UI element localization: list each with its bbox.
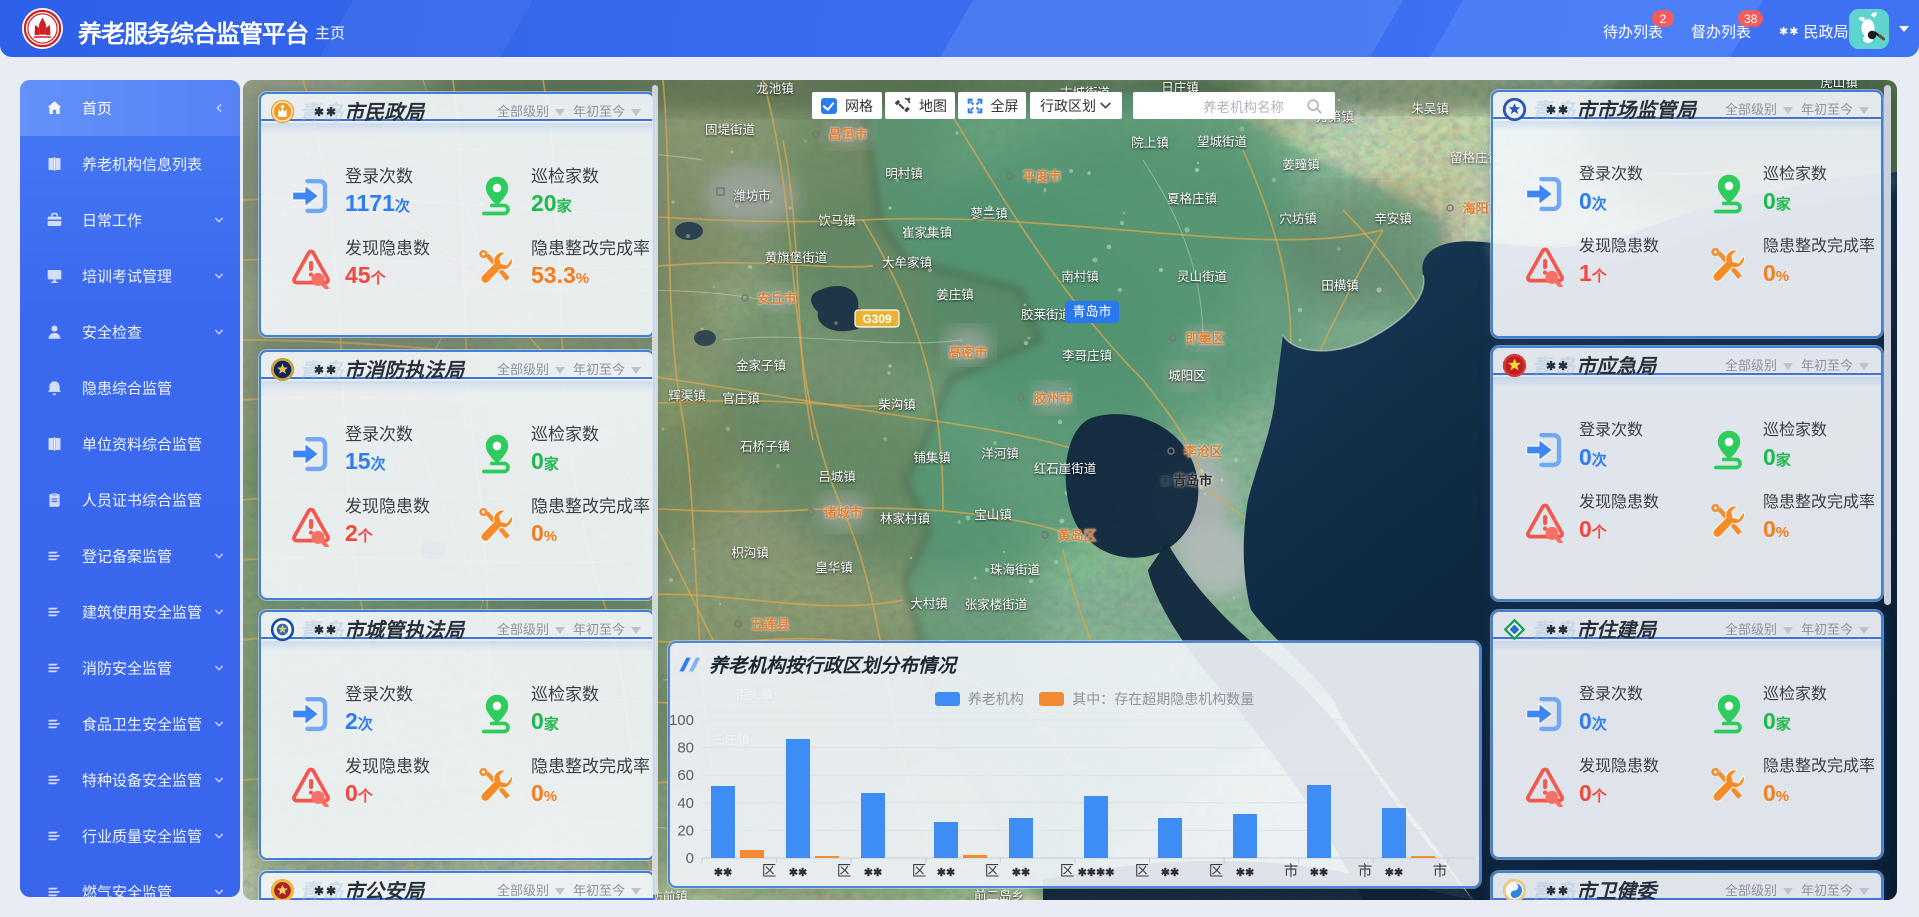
svg-text:区: 区 xyxy=(985,864,1000,880)
svg-text:辉渠镇: 辉渠镇 xyxy=(668,389,706,403)
svg-text:✱✱: ✱✱ xyxy=(937,867,955,879)
svg-text:李哥庄镇: 李哥庄镇 xyxy=(1062,348,1112,363)
svg-text:高密市: 高密市 xyxy=(948,345,987,360)
svg-text:灵山街道: 灵山街道 xyxy=(1177,270,1228,284)
svg-text:区: 区 xyxy=(1209,864,1224,880)
svg-text:蓼兰镇: 蓼兰镇 xyxy=(970,207,1008,221)
svg-text:✱✱: ✱✱ xyxy=(1161,867,1179,879)
svg-text:龙池镇: 龙池镇 xyxy=(756,82,794,96)
svg-text:金家子镇: 金家子镇 xyxy=(736,358,786,373)
svg-text:安丘市: 安丘市 xyxy=(757,291,796,306)
svg-text:皇华镇: 皇华镇 xyxy=(815,560,853,575)
svg-text:林家村镇: 林家村镇 xyxy=(880,511,930,526)
svg-text:✱✱: ✱✱ xyxy=(1310,867,1328,879)
svg-text:市: 市 xyxy=(1284,863,1299,880)
svg-text:崔家集镇: 崔家集镇 xyxy=(902,225,952,240)
svg-text:20: 20 xyxy=(677,822,694,839)
svg-text:黄岛区: 黄岛区 xyxy=(1057,528,1096,543)
svg-text:洋河镇: 洋河镇 xyxy=(981,446,1019,461)
svg-text:胶莱街道: 胶莱街道 xyxy=(1021,307,1072,322)
svg-text:枳沟镇: 枳沟镇 xyxy=(731,546,769,560)
svg-text:宝山镇: 宝山镇 xyxy=(974,508,1012,522)
svg-text:昌邑市: 昌邑市 xyxy=(828,127,867,142)
svg-text:明村镇: 明村镇 xyxy=(885,167,923,181)
svg-text:田横镇: 田横镇 xyxy=(1321,279,1359,293)
svg-text:城阳区: 城阳区 xyxy=(1168,369,1206,383)
svg-text:区: 区 xyxy=(1060,864,1075,880)
svg-text:五莲县: 五莲县 xyxy=(750,617,789,632)
svg-text:吕城镇: 吕城镇 xyxy=(818,470,856,484)
svg-text:✱✱: ✱✱ xyxy=(789,867,807,879)
svg-text:G309: G309 xyxy=(862,312,892,326)
svg-text:✱✱: ✱✱ xyxy=(864,867,882,879)
svg-text:区: 区 xyxy=(1135,864,1150,880)
svg-text:80: 80 xyxy=(677,740,694,757)
svg-text:✱✱✱✱: ✱✱✱✱ xyxy=(1078,867,1115,879)
svg-text:辛安镇: 辛安镇 xyxy=(1374,211,1412,226)
svg-text:珠海街道: 珠海街道 xyxy=(990,562,1041,577)
svg-text:区: 区 xyxy=(837,864,852,880)
svg-text:夏格庄镇: 夏格庄镇 xyxy=(1167,191,1217,206)
svg-text:大村镇: 大村镇 xyxy=(910,597,948,611)
svg-text:市: 市 xyxy=(1358,863,1373,880)
svg-text:胶州市: 胶州市 xyxy=(1033,391,1072,406)
svg-text:区: 区 xyxy=(762,864,777,880)
svg-text:✱✱: ✱✱ xyxy=(1236,867,1254,879)
svg-text:饮马镇: 饮马镇 xyxy=(818,214,856,228)
svg-text:平度市: 平度市 xyxy=(1022,169,1061,184)
svg-text:60: 60 xyxy=(677,767,694,784)
svg-text:即墨区: 即墨区 xyxy=(1185,331,1224,346)
svg-text:✱✱: ✱✱ xyxy=(1385,867,1403,879)
svg-text:官庄镇: 官庄镇 xyxy=(722,391,760,406)
svg-text:院上镇: 院上镇 xyxy=(1131,136,1169,150)
svg-text:✱✱: ✱✱ xyxy=(1012,867,1030,879)
svg-text:诸城市: 诸城市 xyxy=(823,505,862,520)
svg-text:红石崖街道: 红石崖街道 xyxy=(1034,461,1097,476)
svg-text:朱吴镇: 朱吴镇 xyxy=(1411,102,1449,116)
svg-text:石桥子镇: 石桥子镇 xyxy=(740,440,790,454)
svg-text:铺集镇: 铺集镇 xyxy=(913,450,951,465)
svg-text:李沧区: 李沧区 xyxy=(1182,444,1222,459)
svg-text:□ 青岛市: □ 青岛市 xyxy=(1162,473,1212,488)
svg-text:0: 0 xyxy=(686,850,694,867)
svg-text:100: 100 xyxy=(670,712,694,729)
svg-text:40: 40 xyxy=(677,795,694,812)
svg-text:望城街道: 望城街道 xyxy=(1197,134,1248,149)
svg-text:南村镇: 南村镇 xyxy=(1061,269,1099,284)
svg-text:✱✱: ✱✱ xyxy=(714,867,732,879)
svg-text:张家楼街道: 张家楼街道 xyxy=(965,597,1028,612)
svg-text:虎山镇: 虎山镇 xyxy=(1820,80,1858,90)
svg-text:市: 市 xyxy=(1433,863,1448,880)
svg-text:区: 区 xyxy=(912,864,927,880)
svg-text:前二岛乡: 前二岛乡 xyxy=(974,888,1024,900)
svg-text:大牟家镇: 大牟家镇 xyxy=(882,255,932,270)
svg-text:潍坊市: 潍坊市 xyxy=(733,188,771,203)
svg-text:姜庄镇: 姜庄镇 xyxy=(936,287,974,302)
svg-text:柴沟镇: 柴沟镇 xyxy=(878,398,916,412)
svg-text:穴坊镇: 穴坊镇 xyxy=(1279,211,1317,226)
svg-text:姜疃镇: 姜疃镇 xyxy=(1282,157,1320,172)
svg-text:固堤街道: 固堤街道 xyxy=(705,123,756,137)
svg-text:黄旗堡街道: 黄旗堡街道 xyxy=(765,250,828,265)
